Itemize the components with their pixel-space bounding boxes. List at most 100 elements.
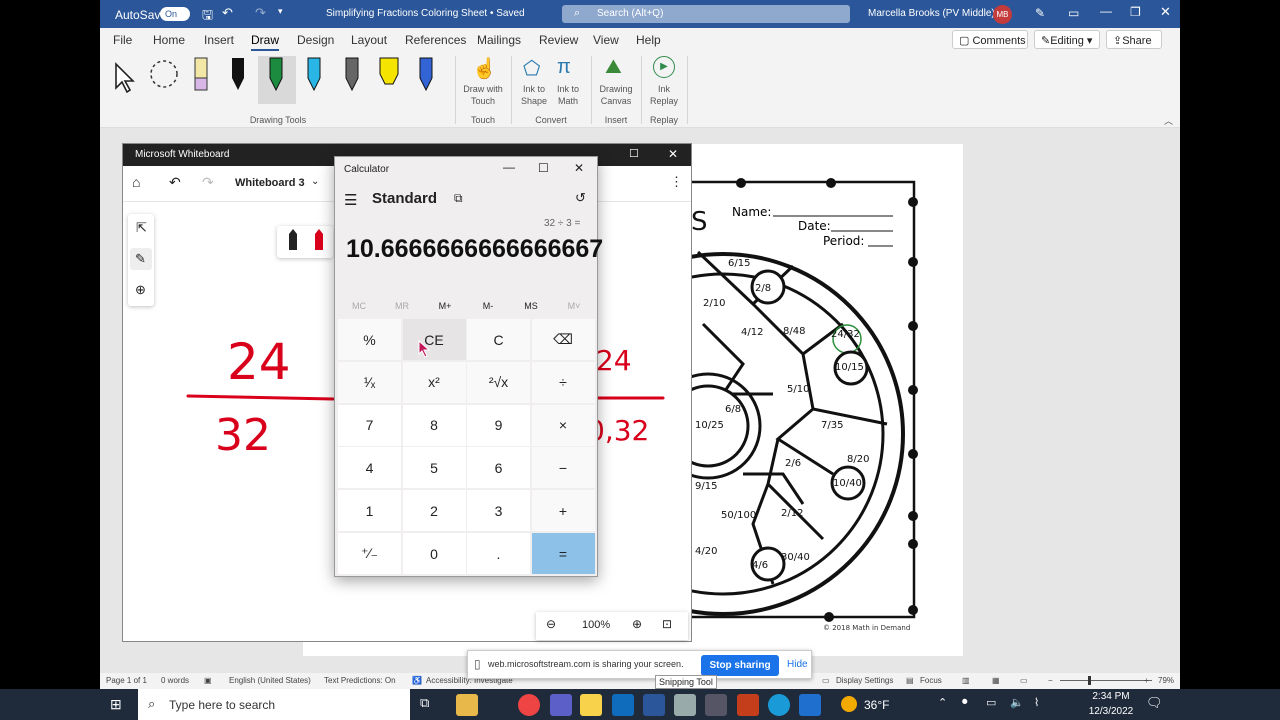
status-display[interactable]: Display Settings (836, 676, 893, 685)
pen-icon[interactable]: ✎ (1035, 6, 1045, 20)
key-minus-button[interactable]: − (531, 447, 595, 489)
zoom-out-icon[interactable]: − (1048, 676, 1053, 685)
memory-list[interactable]: M˅ (552, 301, 596, 311)
comments-button[interactable]: ▢ Comments (952, 30, 1028, 49)
chrome-icon[interactable] (518, 694, 540, 716)
read-mode-icon[interactable]: ▥ (962, 676, 970, 685)
menu-layout[interactable]: Layout (351, 33, 387, 47)
calculator-taskbar-icon[interactable] (705, 694, 727, 716)
teams-icon[interactable] (550, 694, 572, 716)
key-negate-button[interactable]: ⁺⁄₋ (338, 533, 401, 574)
menu-home[interactable]: Home (153, 33, 185, 47)
menu-references[interactable]: References (405, 33, 466, 47)
ink-to-math-label1[interactable]: Ink to (546, 84, 590, 94)
zoom-slider[interactable] (1060, 680, 1152, 681)
memory-store[interactable]: MS (509, 301, 553, 311)
save-icon[interactable]: 🖫 (202, 6, 213, 28)
key-two-button[interactable]: 2 (402, 490, 466, 532)
key-equals-button[interactable]: = (531, 533, 595, 574)
key-square-button[interactable]: x² (402, 361, 466, 403)
touch-label[interactable]: Touch (456, 96, 510, 106)
history-icon[interactable]: ↺ (575, 190, 586, 206)
memory-recall[interactable]: MR (380, 301, 424, 311)
calc-maximize-icon[interactable]: ☐ (538, 161, 549, 175)
menu-view[interactable]: View (593, 33, 619, 47)
key-eight-button[interactable]: 8 (402, 404, 466, 446)
memory-subtract[interactable]: M- (466, 301, 510, 311)
customize-chevron-icon[interactable]: ▾ (278, 6, 283, 17)
status-zoom[interactable]: 79% (1158, 676, 1174, 685)
print-layout-icon[interactable]: ▦ (992, 676, 1000, 685)
weather-temp[interactable]: 36°F (864, 698, 889, 712)
battery-icon[interactable]: ▭ (986, 696, 996, 709)
edge-icon[interactable] (768, 694, 790, 716)
wb-zoom-in-icon[interactable]: ⊕ (632, 617, 642, 631)
zoom-in-icon[interactable]: + (1144, 676, 1149, 685)
status-language[interactable]: English (United States) (229, 676, 311, 685)
close-icon[interactable]: ✕ (1160, 4, 1171, 20)
drawing-canvas-label2[interactable]: Canvas (592, 96, 640, 106)
ink-to-shape-icon[interactable]: ⬠ (523, 56, 540, 81)
keep-on-top-icon[interactable]: ⧉ (454, 191, 463, 206)
file-explorer-icon[interactable] (456, 694, 478, 716)
status-predictions[interactable]: Text Predictions: On (324, 676, 396, 685)
menu-help[interactable]: Help (636, 33, 661, 47)
drawing-canvas-label1[interactable]: Drawing (592, 84, 640, 94)
ink-to-math-icon[interactable]: π (557, 56, 571, 79)
share-button[interactable]: ⇪Share (1106, 30, 1162, 49)
key-square-root-button[interactable]: ²√x (467, 361, 530, 403)
memory-clear[interactable]: MC (337, 301, 381, 311)
sticky-notes-icon[interactable] (580, 694, 602, 716)
key-divide-button[interactable]: ÷ (531, 361, 595, 403)
menu-review[interactable]: Review (539, 33, 578, 47)
notifications-icon[interactable]: 🗨 (1146, 695, 1163, 711)
drawing-canvas-icon[interactable]: ⛰ (605, 56, 622, 79)
powerpoint-icon[interactable] (737, 694, 759, 716)
draw-with-touch-icon[interactable]: ☝ (472, 56, 497, 81)
zoom-slider-thumb[interactable] (1088, 676, 1091, 685)
ribbon-display-icon[interactable]: ▭ (1068, 6, 1079, 20)
clock-date[interactable]: 12/3/2022 (1086, 706, 1136, 717)
status-page[interactable]: Page 1 of 1 (106, 676, 147, 685)
proofing-icon[interactable]: ▣ (204, 676, 212, 685)
wb-zoom-out-icon[interactable]: ⊖ (546, 617, 556, 631)
document-title[interactable]: Simplifying Fractions Coloring Sheet • S… (326, 8, 525, 19)
ink-replay-label1[interactable]: Ink (642, 84, 686, 94)
key-five-button[interactable]: 5 (402, 447, 466, 489)
hide-button[interactable]: Hide (787, 659, 808, 670)
stop-sharing-button[interactable]: Stop sharing (701, 655, 779, 676)
status-focus[interactable]: Focus (920, 676, 942, 685)
display-settings-icon[interactable]: ▭ (822, 676, 830, 685)
key-three-button[interactable]: 3 (467, 490, 530, 532)
menu-draw[interactable]: Draw (251, 33, 280, 51)
status-words[interactable]: 0 words (161, 676, 189, 685)
search-box[interactable]: ⌕ Search (Alt+Q) (562, 5, 850, 23)
menu-file[interactable]: File (113, 33, 132, 47)
key-percent-button[interactable]: % (338, 319, 401, 360)
key-zero-button[interactable]: 0 (402, 533, 466, 574)
key-plus-button[interactable]: + (531, 490, 595, 532)
taskbar-search[interactable]: ⌕ Type here to search (138, 689, 410, 720)
calc-menu-icon[interactable]: ☰ (344, 191, 357, 209)
key-six-button[interactable]: 6 (467, 447, 530, 489)
key-backspace-button[interactable]: ⌫ (531, 319, 595, 360)
undo-icon[interactable]: ↶ (222, 5, 233, 21)
minimize-icon[interactable]: — (1100, 4, 1112, 18)
calc-minimize-icon[interactable]: — (503, 160, 515, 174)
clock-time[interactable]: 2:34 PM (1090, 691, 1132, 702)
tray-chevron-icon[interactable]: ⌃ (938, 696, 947, 709)
fit-screen-icon[interactable]: ⊡ (662, 617, 672, 631)
focus-icon[interactable]: ▤ (906, 676, 914, 685)
mic-icon[interactable]: ⏺ (962, 696, 968, 709)
editing-button[interactable]: ✎Editing ▾ (1034, 30, 1100, 49)
key-multiply-button[interactable]: × (531, 404, 595, 446)
word-icon[interactable] (643, 694, 665, 716)
volume-icon[interactable]: 🔈 (1010, 696, 1024, 709)
key-nine-button[interactable]: 9 (467, 404, 530, 446)
autosave-toggle[interactable]: On (160, 7, 190, 21)
calc-close-icon[interactable]: ✕ (574, 161, 584, 175)
key-seven-button[interactable]: 7 (338, 404, 401, 446)
key-four-button[interactable]: 4 (338, 447, 401, 489)
collapse-ribbon-icon[interactable]: ︿ (1164, 114, 1173, 127)
outlook-icon[interactable] (612, 694, 634, 716)
